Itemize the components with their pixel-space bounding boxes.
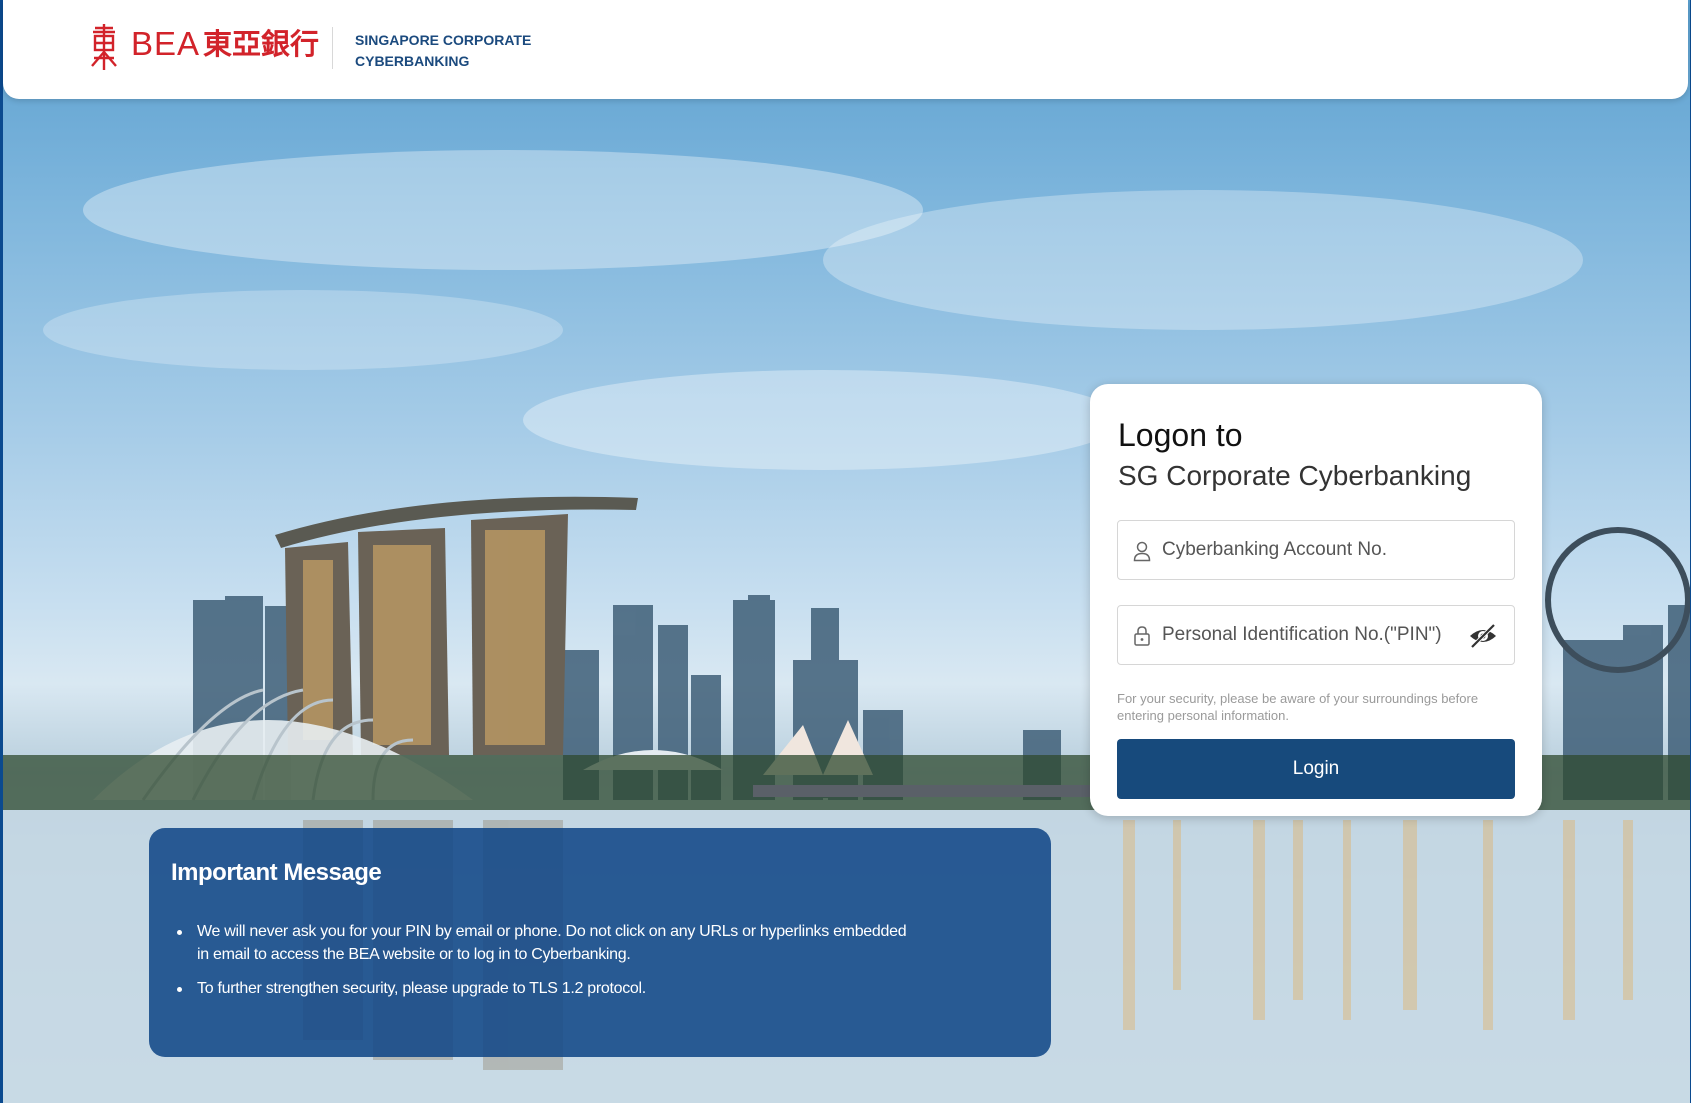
important-message-panel: Important Message We will never ask you …	[149, 828, 1051, 1057]
eye-slash-icon[interactable]	[1468, 622, 1498, 650]
user-icon	[1133, 541, 1151, 562]
login-card: Logon to SG Corporate Cyberbanking For y…	[1090, 384, 1542, 816]
brand-logo-text: BEA	[131, 25, 201, 62]
brand-logo-chinese-text: 東亞銀行	[203, 27, 320, 61]
login-title: Logon to	[1118, 417, 1243, 453]
header-subtitle: SINGAPORE CORPORATE CYBERBANKING	[355, 30, 531, 72]
bea-emblem-icon	[91, 24, 117, 70]
pin-field[interactable]	[1117, 605, 1515, 665]
security-notice: For your security, please be aware of yo…	[1117, 691, 1479, 723]
account-number-input[interactable]	[1162, 531, 1462, 569]
pin-input[interactable]	[1162, 616, 1462, 654]
important-message-item: To further strengthen security, please u…	[177, 977, 917, 1000]
important-message-item: We will never ask you for your PIN by em…	[177, 920, 917, 966]
header-subtitle-line1: SINGAPORE CORPORATE	[355, 32, 532, 48]
login-button[interactable]: Login	[1117, 739, 1515, 799]
login-subtitle: SG Corporate Cyberbanking	[1118, 460, 1472, 491]
header-subtitle-line2: CYBERBANKING	[355, 53, 470, 69]
top-header: BEA 東亞銀行 SINGAPORE CORPORATE CYBERBANKIN…	[3, 0, 1688, 99]
account-number-field[interactable]	[1117, 520, 1515, 580]
header-divider	[332, 27, 333, 69]
important-message-title: Important Message	[171, 859, 382, 886]
important-message-list: We will never ask you for your PIN by em…	[177, 920, 917, 1011]
lock-icon	[1134, 626, 1150, 646]
